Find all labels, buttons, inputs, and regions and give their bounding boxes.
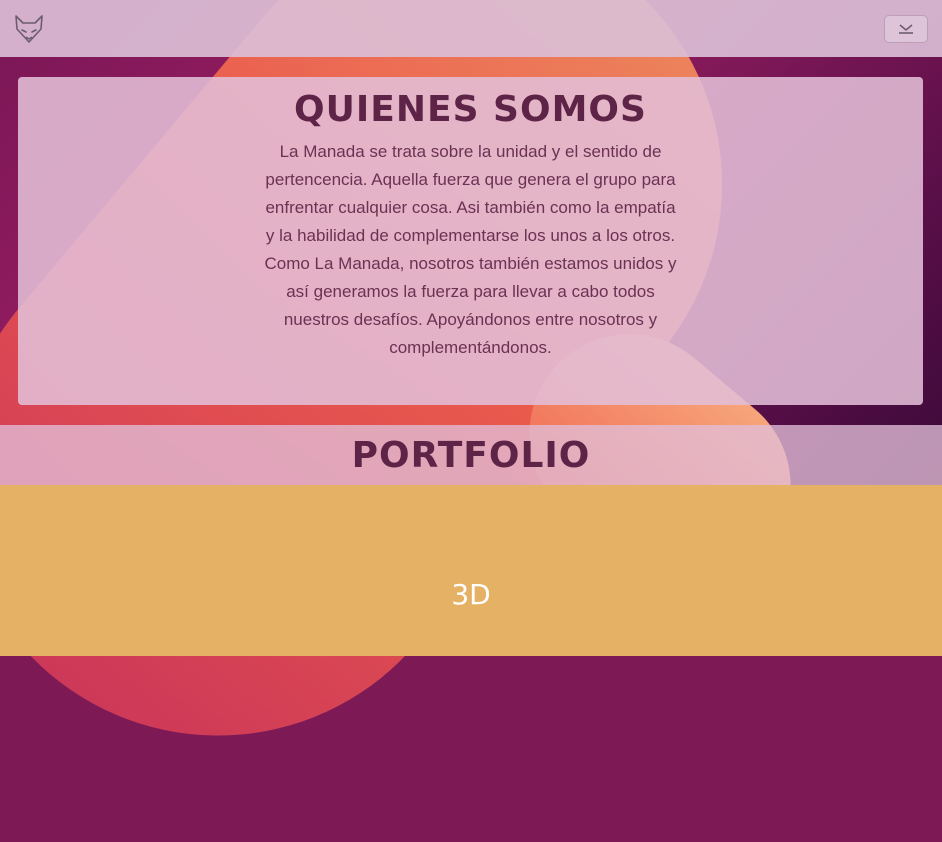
about-title: QUIENES SOMOS bbox=[294, 89, 647, 130]
fox-head-icon[interactable] bbox=[13, 13, 45, 45]
chevron-down-icon bbox=[899, 23, 913, 34]
about-paragraph-1: La Manada se trata sobre la unidad y el … bbox=[265, 142, 676, 245]
menu-toggle-button[interactable] bbox=[884, 14, 928, 43]
about-section: QUIENES SOMOS La Manada se trata sobre l… bbox=[18, 77, 923, 405]
about-paragraph-2: Como La Manada, nosotros también estamos… bbox=[264, 254, 677, 357]
portfolio-title: PORTFOLIO bbox=[351, 435, 591, 476]
portfolio-tile-3d[interactable]: 3D bbox=[0, 485, 942, 656]
portfolio-tile-label: 3D bbox=[451, 578, 491, 611]
portfolio-header: PORTFOLIO bbox=[0, 425, 942, 485]
navbar bbox=[0, 0, 942, 57]
about-text: La Manada se trata sobre la unidad y el … bbox=[261, 138, 681, 362]
